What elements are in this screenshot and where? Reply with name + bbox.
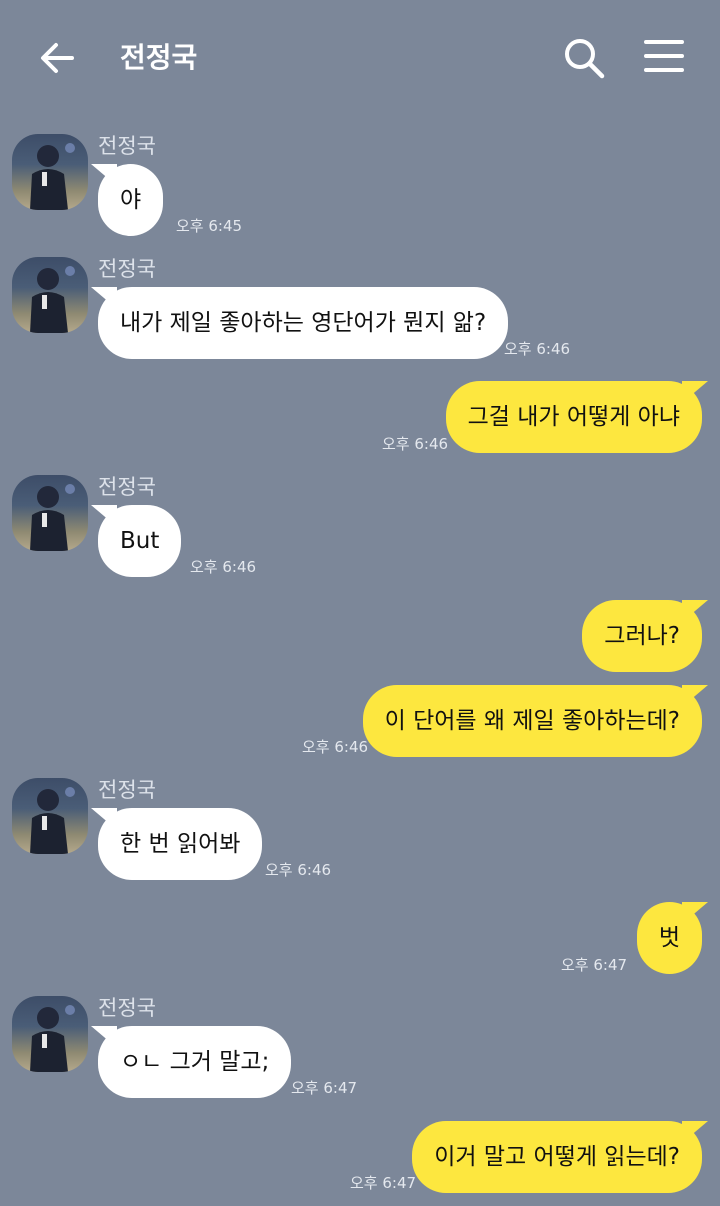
profile-photo-icon	[30, 787, 75, 854]
profile-photo-icon	[30, 266, 75, 333]
avatar[interactable]	[12, 475, 88, 551]
sender-name: 전정국	[98, 134, 156, 158]
message-timestamp: 오후 6:46	[382, 435, 449, 453]
menu-button[interactable]	[644, 38, 684, 78]
message-bubble-outgoing[interactable]: 그러나?	[582, 600, 708, 672]
message-bubble-outgoing[interactable]: 벗	[636, 902, 709, 974]
sender-name: 전정국	[98, 475, 156, 499]
message-bubble-outgoing[interactable]: 이거 말고 어떻게 읽는데?	[412, 1121, 708, 1193]
message-bubble-incoming[interactable]: 야	[90, 164, 164, 236]
avatar[interactable]	[12, 257, 88, 333]
message-timestamp: 오후 6:47	[350, 1174, 417, 1192]
message-bubble-incoming[interactable]: But	[90, 505, 182, 577]
profile-photo-icon	[30, 1005, 75, 1072]
message-timestamp: 오후 6:45	[176, 217, 243, 235]
sender-name: 전정국	[98, 257, 156, 281]
chat-title: 전정국	[120, 41, 198, 74]
search-icon	[565, 39, 605, 79]
message-bubble-outgoing[interactable]: 그걸 내가 어떻게 아냐	[445, 381, 709, 453]
message-bubble-outgoing[interactable]: 이 단어를 왜 제일 좋아하는데?	[362, 685, 709, 757]
message-timestamp: 오후 6:46	[504, 340, 571, 358]
message-bubble-incoming[interactable]: ㅇㄴ 그거 말고;	[90, 1026, 292, 1098]
message-timestamp: 오후 6:47	[291, 1079, 358, 1097]
message-bubble-incoming[interactable]: 한 번 읽어봐	[90, 808, 263, 880]
message-timestamp: 오후 6:46	[302, 738, 369, 756]
message-timestamp: 오후 6:46	[265, 861, 332, 879]
back-button[interactable]	[36, 36, 80, 80]
profile-photo-icon	[30, 484, 75, 551]
sender-name: 전정국	[98, 778, 156, 802]
avatar[interactable]	[12, 778, 88, 854]
profile-photo-icon	[30, 143, 75, 210]
message-timestamp: 오후 6:47	[561, 956, 628, 974]
message-timestamp: 오후 6:46	[190, 558, 257, 576]
avatar[interactable]	[12, 996, 88, 1072]
chat-header: 전정국	[0, 0, 720, 112]
hamburger-menu-icon	[644, 40, 684, 72]
avatar[interactable]	[12, 134, 88, 210]
search-button[interactable]	[560, 34, 608, 82]
back-arrow-icon	[41, 43, 74, 73]
sender-name: 전정국	[98, 996, 156, 1020]
message-bubble-incoming[interactable]: 내가 제일 좋아하는 영단어가 뭔지 앎?	[90, 287, 509, 359]
